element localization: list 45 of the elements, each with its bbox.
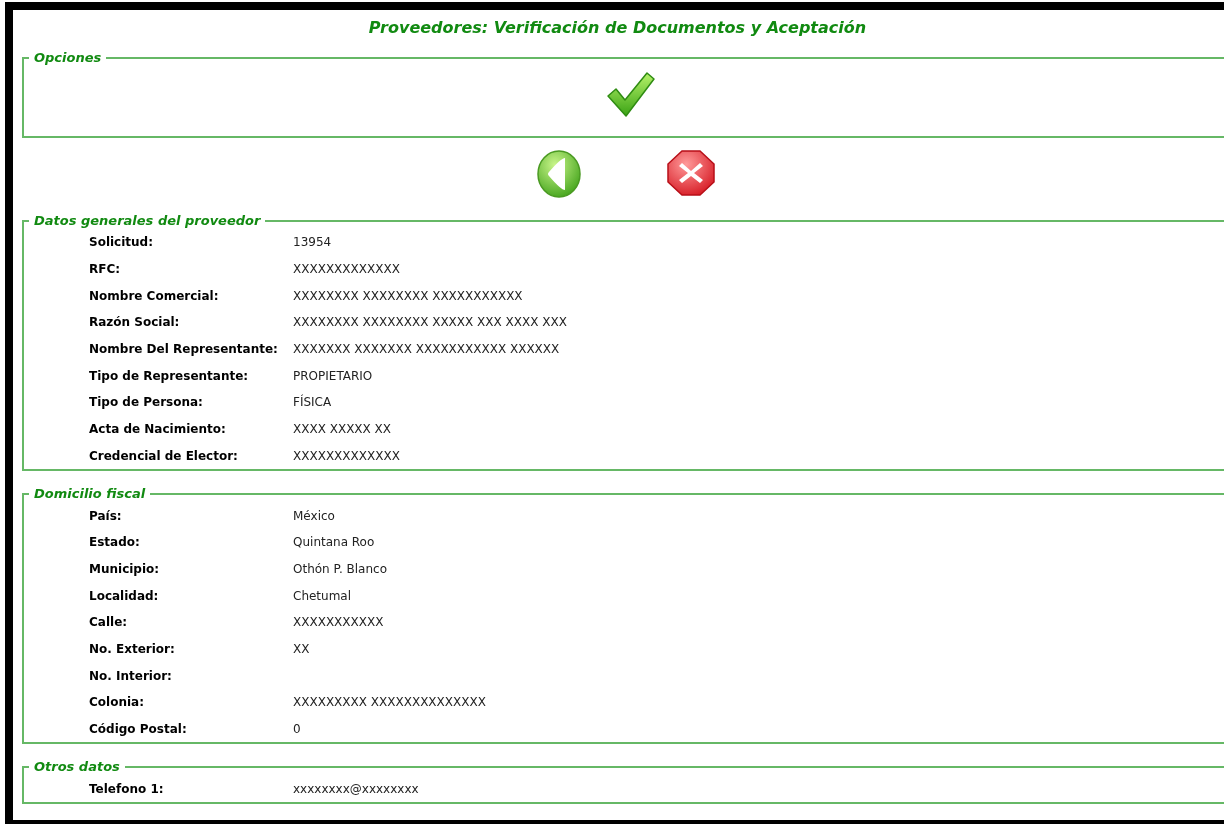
field-value: XXXXXXXX XXXXXXXX XXXXXXXXXXX bbox=[293, 287, 524, 305]
field-label: Tipo de Representante: bbox=[89, 367, 250, 385]
field-label: No. Exterior: bbox=[89, 640, 176, 658]
field-label: Nombre Comercial: bbox=[89, 287, 220, 305]
field-value: xxxxxxxx@xxxxxxxx bbox=[293, 780, 420, 798]
field-label: Telefono 1: bbox=[89, 780, 165, 798]
field-label: Código Postal: bbox=[89, 721, 188, 739]
field-value: XXXXXXXXXXX bbox=[293, 614, 385, 632]
field-label: Nombre Del Representante: bbox=[89, 341, 279, 359]
field-label: País: bbox=[89, 507, 123, 525]
field-label: No. Interior: bbox=[89, 667, 173, 685]
field-value: 0 bbox=[293, 721, 302, 739]
section-legend: Datos generales del proveedor bbox=[29, 213, 266, 229]
section-legend: Otros datos bbox=[29, 759, 125, 776]
field-value: XXXXXXXXXXXXX bbox=[293, 261, 401, 279]
section-legend: Domicilio fiscal bbox=[29, 486, 151, 503]
field-label: Estado: bbox=[89, 534, 141, 552]
field-label: Credencial de Elector: bbox=[89, 447, 239, 465]
field-value: México bbox=[293, 507, 336, 525]
field-label: Acta de Nacimiento: bbox=[89, 421, 227, 439]
field-label: RFC: bbox=[89, 261, 122, 279]
page-title: Proveedores: Verificación de Documentos y Aceptación bbox=[367, 18, 868, 38]
field-label: Razón Social: bbox=[89, 314, 181, 332]
field-value: 13954 bbox=[293, 234, 333, 252]
field-label: Colonia: bbox=[89, 694, 145, 712]
back-icon[interactable] bbox=[535, 150, 583, 198]
section-legend: Opciones bbox=[29, 50, 107, 66]
field-value: XXXXXXXXXXXXX bbox=[293, 447, 401, 465]
field-value: XX bbox=[293, 640, 311, 658]
cancel-icon[interactable] bbox=[667, 150, 715, 196]
field-value: FÍSICA bbox=[293, 393, 333, 412]
field-value: Chetumal bbox=[293, 587, 353, 605]
field-label: Calle: bbox=[89, 614, 129, 632]
field-label: Tipo de Persona: bbox=[89, 394, 204, 412]
field-label: Localidad: bbox=[89, 587, 160, 605]
field-value: XXXXXXXX XXXXXXXX XXXXX XXX XXXX XXX bbox=[293, 314, 568, 332]
field-value: XXXXXXXXX XXXXXXXXXXXXXX bbox=[293, 694, 487, 712]
field-value: XXXX XXXXX XX bbox=[293, 421, 393, 439]
field-label: Municipio: bbox=[89, 560, 161, 578]
field-value: PROPIETARIO bbox=[293, 367, 374, 385]
field-value: Othón P. Blanco bbox=[293, 560, 388, 578]
field-label: Solicitud: bbox=[89, 234, 154, 252]
checkmark-icon[interactable] bbox=[605, 70, 656, 118]
field-value: Quintana Roo bbox=[293, 534, 376, 552]
field-value: XXXXXXX XXXXXXX XXXXXXXXXXX XXXXXX bbox=[293, 341, 561, 359]
